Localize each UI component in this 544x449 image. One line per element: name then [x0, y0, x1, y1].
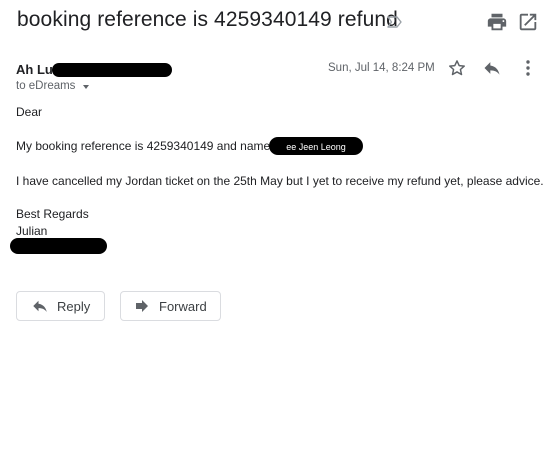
- email-body-booking-line: My booking reference is 4259340149 and n…: [16, 139, 271, 153]
- redacted-passenger-name: ee Jeen Leong: [269, 137, 363, 155]
- label-outline-icon[interactable]: [385, 12, 405, 32]
- email-body-refund-line: I have cancelled my Jordan ticket on the…: [16, 174, 544, 188]
- email-subject: booking reference is 4259340149 refund: [17, 8, 398, 31]
- email-greeting: Dear: [16, 105, 43, 119]
- reply-icon: [33, 300, 47, 312]
- forward-button[interactable]: Forward: [120, 291, 221, 321]
- open-in-new-window-icon[interactable]: [517, 11, 539, 33]
- recipient-label: to eDreams: [16, 80, 76, 92]
- reply-icon[interactable]: [482, 58, 502, 78]
- reply-button-label: Reply: [57, 298, 91, 314]
- email-date: Sun, Jul 14, 8:24 PM: [328, 62, 435, 74]
- more-vertical-icon[interactable]: [521, 58, 535, 78]
- chevron-down-icon[interactable]: [83, 85, 90, 89]
- redacted-signature-detail: [10, 238, 107, 254]
- forward-button-label: Forward: [159, 298, 207, 314]
- sender-name[interactable]: Ah Lu: [16, 62, 53, 77]
- email-closing: Best Regards: [16, 207, 89, 221]
- recipient-line[interactable]: to eDreams: [16, 80, 90, 92]
- star-icon[interactable]: [447, 58, 467, 78]
- redacted-sender-email: [52, 63, 172, 77]
- reply-button[interactable]: Reply: [16, 291, 105, 321]
- print-icon[interactable]: [486, 11, 508, 33]
- email-signature: Julian: [16, 224, 48, 238]
- forward-icon: [136, 300, 148, 312]
- redacted-name-text: ee Jeen Leong: [286, 142, 346, 152]
